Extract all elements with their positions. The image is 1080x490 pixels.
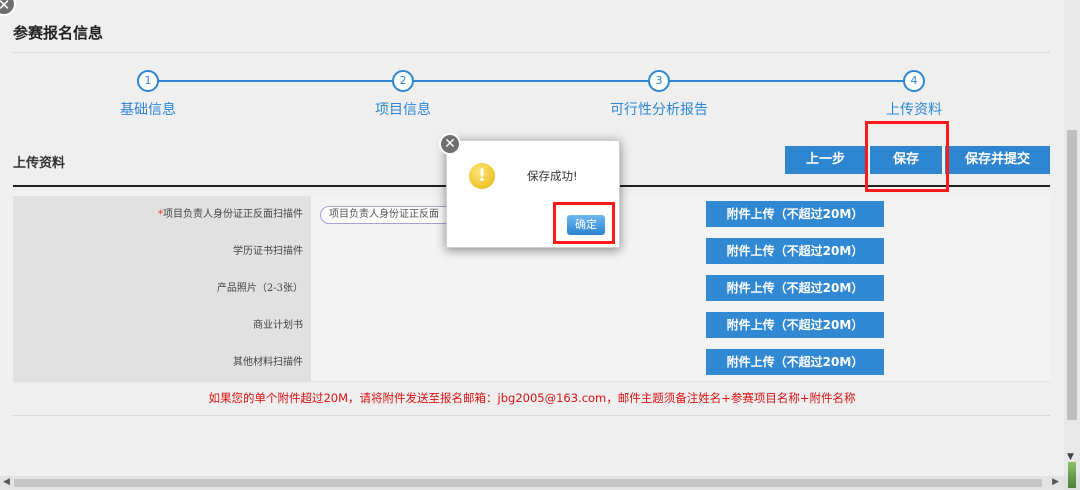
horizontal-scrollbar[interactable]: ◀ ▶	[0, 476, 1064, 490]
vertical-scroll-thumb[interactable]	[1067, 130, 1077, 420]
upload-button-diploma[interactable]: 附件上传（不超过20M）	[706, 238, 884, 264]
row-label: 学历证书扫描件	[13, 233, 311, 270]
row-label: 其他材料扫描件	[13, 344, 311, 381]
save-highlight-box	[865, 121, 949, 192]
horizontal-scroll-thumb[interactable]	[14, 479, 1042, 487]
title-divider	[13, 52, 1050, 53]
size-limit-notice: 如果您的单个附件超过20M，请将附件发送至报名邮箱：jbg2005@163.co…	[208, 391, 856, 405]
row-label: 商业计划书	[13, 307, 311, 344]
page-title: 参赛报名信息	[13, 24, 104, 42]
confirm-highlight-box	[553, 202, 615, 244]
vertical-scrollbar[interactable]: ▼	[1064, 0, 1080, 476]
step-3-circle[interactable]: 3	[648, 70, 670, 92]
upload-row-product-photos: 产品照片（2-3张） 附件上传（不超过20M）	[13, 270, 1050, 308]
uploaded-file-chip[interactable]: 项目负责人身份证正反面	[320, 206, 446, 224]
upload-row-other: 其他材料扫描件 附件上传（不超过20M）	[13, 344, 1050, 382]
step-2-label[interactable]: 项目信息	[375, 99, 431, 119]
scroll-down-arrow-icon[interactable]: ▼	[1067, 452, 1074, 462]
upload-button-business-plan[interactable]: 附件上传（不超过20M）	[706, 312, 884, 338]
scroll-left-arrow-icon[interactable]: ◀	[3, 477, 10, 487]
page-close-icon[interactable]: ✕	[0, 0, 16, 16]
section-title: 上传资料	[13, 156, 66, 171]
row-label-text: 项目负责人身份证正反面扫描件	[163, 209, 303, 220]
step-4-circle[interactable]: 4	[903, 70, 925, 92]
warning-icon: !	[469, 163, 495, 189]
step-2-circle[interactable]: 2	[392, 70, 414, 92]
prev-step-button[interactable]: 上一步	[785, 146, 866, 174]
dialog-close-icon[interactable]: ✕	[439, 133, 461, 155]
row-label: *项目负责人身份证正反面扫描件	[13, 196, 311, 233]
row-label: 产品照片（2-3张）	[13, 270, 311, 307]
upload-button-product-photos[interactable]: 附件上传（不超过20M）	[706, 275, 884, 301]
step-1-circle[interactable]: 1	[137, 70, 159, 92]
scroll-right-arrow-icon[interactable]: ▶	[1052, 477, 1059, 487]
upload-row-business-plan: 商业计划书 附件上传（不超过20M）	[13, 307, 1050, 345]
resize-grip-icon	[1068, 462, 1076, 488]
upload-button-id-card[interactable]: 附件上传（不超过20M）	[706, 201, 884, 227]
save-submit-button[interactable]: 保存并提交	[945, 146, 1050, 174]
bottom-divider	[13, 415, 1050, 416]
dialog-message: 保存成功!	[527, 169, 578, 183]
step-4-label[interactable]: 上传资料	[886, 99, 942, 119]
step-1-label[interactable]: 基础信息	[120, 99, 176, 119]
save-success-dialog: ✕ ! 保存成功! 确定	[439, 133, 620, 248]
step-progress-line	[155, 80, 905, 82]
upload-button-other[interactable]: 附件上传（不超过20M）	[706, 349, 884, 375]
step-3-label[interactable]: 可行性分析报告	[610, 99, 708, 119]
